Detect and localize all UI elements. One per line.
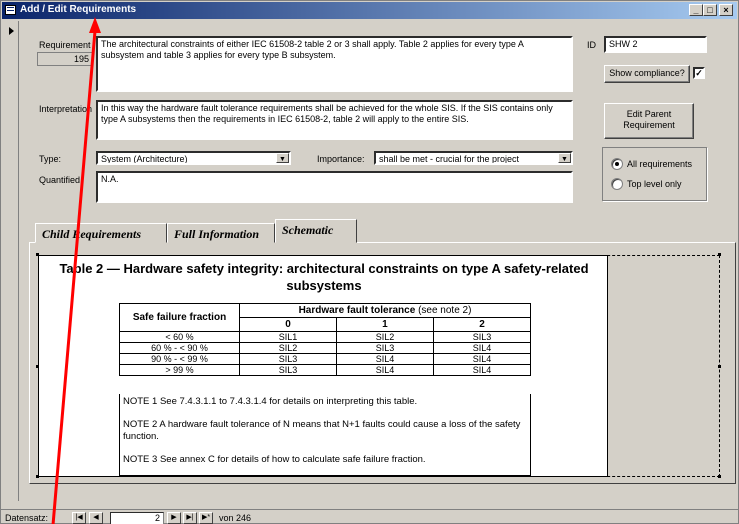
sff-cell: 60 % - < 90 % (119, 342, 240, 354)
record-total: von 246 (219, 513, 252, 523)
top-level-only-radio[interactable] (611, 178, 623, 190)
chevron-down-icon[interactable]: ▼ (276, 153, 289, 163)
table-row: > 99 % SIL3 SIL4 SIL4 (119, 364, 532, 376)
requirement-label: Requirement (39, 40, 91, 50)
sff-cell: > 99 % (119, 364, 240, 376)
top-level-only-label: Top level only (627, 179, 682, 189)
hft-column-header: Hardware fault tolerance (see note 2) (239, 303, 531, 318)
form-icon (5, 5, 16, 15)
architectural-constraints-table: Safe failure fraction Hardware fault tol… (119, 303, 532, 376)
tab-child-requirements[interactable]: Child Requirements (35, 223, 167, 243)
sil-cell: SIL3 (239, 353, 337, 365)
edit-parent-requirement-button[interactable]: Edit Parent Requirement (604, 103, 694, 139)
table-row: < 60 % SIL1 SIL2 SIL3 (119, 331, 532, 343)
title-bar: Add / Edit Requirements _ □ × (2, 2, 737, 19)
resize-handle[interactable] (718, 475, 721, 478)
sil-cell: SIL4 (335, 364, 434, 376)
close-button[interactable]: × (719, 4, 733, 16)
table-row: 60 % - < 90 % SIL2 SIL3 SIL4 (119, 342, 532, 354)
interpretation-text-field[interactable]: In this way the hardware fault tolerance… (96, 100, 573, 140)
tab-full-information[interactable]: Full Information (167, 223, 275, 243)
current-record-arrow-icon (9, 27, 14, 35)
show-compliance-checkbox[interactable]: ✓ (693, 67, 705, 79)
table-notes: NOTE 1 See 7.4.3.1.1 to 7.4.3.1.4 for de… (119, 394, 531, 476)
schematic-image[interactable]: Table 2 — Hardware safety integrity: arc… (38, 255, 608, 477)
hft-level-header: 1 (335, 317, 434, 332)
hft-level-header: 0 (239, 317, 337, 332)
id-field[interactable]: SHW 2 (604, 36, 707, 53)
minimize-button[interactable]: _ (689, 4, 703, 16)
type-value: System (Architecture) (101, 154, 188, 164)
schematic-title: Table 2 — Hardware safety integrity: arc… (39, 260, 607, 294)
hft-header-note: (see note 2) (418, 304, 472, 316)
record-selector[interactable] (5, 21, 19, 501)
importance-select[interactable]: shall be met - crucial for the project ▼ (374, 151, 573, 165)
maximize-button[interactable]: □ (703, 4, 717, 16)
sil-cell: SIL4 (432, 342, 532, 354)
show-compliance-button[interactable]: Show compliance? (604, 65, 690, 83)
sil-cell: SIL3 (335, 342, 434, 354)
window-title: Add / Edit Requirements (20, 4, 137, 15)
tab-schematic[interactable]: Schematic (275, 219, 357, 243)
sil-cell: SIL3 (239, 364, 337, 376)
id-label: ID (587, 40, 596, 50)
sil-cell: SIL4 (432, 353, 532, 365)
note-2: NOTE 2 A hardware fault tolerance of N m… (123, 419, 521, 442)
first-record-button[interactable]: |◀ (72, 512, 86, 524)
table-row: 90 % - < 99 % SIL3 SIL4 SIL4 (119, 353, 532, 365)
requirement-number: 195 (37, 52, 93, 66)
add-edit-requirements-window: Add / Edit Requirements _ □ × Requiremen… (0, 0, 739, 524)
note-3: NOTE 3 See annex C for details of how to… (123, 454, 426, 465)
sil-cell: SIL4 (335, 353, 434, 365)
all-requirements-radio[interactable] (611, 158, 623, 170)
hft-level-header: 2 (432, 317, 532, 332)
all-requirements-label: All requirements (627, 159, 693, 169)
last-record-button[interactable]: ▶| (183, 512, 197, 524)
interpretation-label: Interpretation (39, 104, 93, 114)
record-navigation-bar: Datensatz: |◀ ◀ 2 ▶ ▶| ▶* von 246 (1, 509, 739, 524)
next-record-button[interactable]: ▶ (167, 512, 181, 524)
schematic-title-line-2: subsystems (286, 278, 362, 293)
quantified-field[interactable]: N.A. (96, 171, 573, 203)
sil-cell: SIL3 (432, 331, 532, 343)
new-record-button[interactable]: ▶* (199, 512, 213, 524)
sil-cell: SIL4 (432, 364, 532, 376)
resize-handle[interactable] (718, 253, 721, 256)
sff-column-header: Safe failure fraction (119, 303, 240, 332)
sil-cell: SIL2 (239, 342, 337, 354)
sff-cell: 90 % - < 99 % (119, 353, 240, 365)
type-label: Type: (39, 154, 62, 164)
hft-header-text: Hardware fault tolerance (298, 304, 416, 316)
quantified-label: Quantified (39, 175, 81, 185)
previous-record-button[interactable]: ◀ (89, 512, 103, 524)
filter-option-group: All requirements Top level only (602, 147, 707, 201)
importance-label: Importance: (317, 154, 365, 164)
schematic-title-line-1: Table 2 — Hardware safety integrity: arc… (59, 261, 589, 276)
requirement-text-field[interactable]: The architectural constraints of either … (96, 36, 573, 92)
type-select[interactable]: System (Architecture) ▼ (96, 151, 291, 165)
sff-cell: < 60 % (119, 331, 240, 343)
chevron-down-icon[interactable]: ▼ (558, 153, 571, 163)
importance-value: shall be met - crucial for the project (379, 154, 520, 164)
sil-cell: SIL1 (239, 331, 337, 343)
current-record-field[interactable]: 2 (110, 512, 164, 524)
sil-cell: SIL2 (335, 331, 434, 343)
resize-handle[interactable] (718, 365, 721, 368)
record-label: Datensatz: (5, 513, 49, 523)
note-1: NOTE 1 See 7.4.3.1.1 to 7.4.3.1.4 for de… (123, 396, 418, 407)
